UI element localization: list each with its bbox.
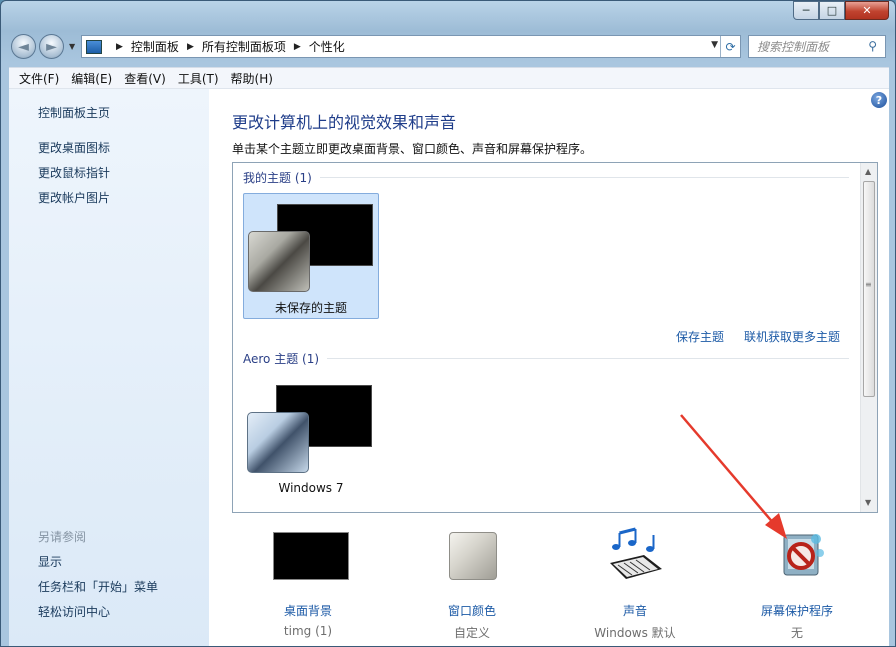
search-icon[interactable]: ⚲	[868, 39, 877, 53]
screensaver-link[interactable]: 屏幕保护程序	[722, 602, 872, 619]
search-input[interactable]	[757, 39, 857, 54]
group-title: Aero 主题 (1)	[243, 352, 320, 366]
address-dropdown-icon[interactable]: ▼	[711, 40, 718, 50]
theme-tile-windows7[interactable]: Windows 7	[243, 375, 379, 501]
menu-bar: 文件(F) 编辑(E) 查看(V) 工具(T) 帮助(H)	[9, 67, 889, 89]
chevron-right-icon[interactable]: ▶	[294, 42, 301, 52]
wallpaper-icon	[273, 532, 349, 580]
music-notes-icon	[610, 527, 662, 579]
sidebar-item-mouse-pointers[interactable]: 更改鼠标指针	[38, 164, 110, 181]
theme-list: 我的主题 (1) 未保存的主题 保存主题 联机获取更多主题 Aero 主题 (1…	[232, 162, 878, 513]
caption-buttons: ─ □ ✕	[793, 1, 889, 20]
breadcrumb-control-panel[interactable]: 控制面板	[131, 38, 179, 55]
desktop-background-value: timg (1)	[283, 624, 333, 638]
theme-label: 未保存的主题	[274, 301, 347, 315]
menu-view[interactable]: 查看(V)	[118, 70, 172, 87]
sound-item[interactable]: 声音 Windows 默认	[560, 517, 710, 646]
chevron-right-icon[interactable]: ▶	[116, 42, 123, 52]
theme-window-preview	[247, 412, 309, 473]
screensaver-value: 无	[790, 626, 803, 640]
window-color-value: 自定义	[453, 626, 490, 640]
page-description: 单击某个主题立即更改桌面背景、窗口颜色、声音和屏幕保护程序。	[232, 142, 593, 156]
group-header-my-themes: 我的主题 (1)	[243, 169, 849, 186]
sidebar-item-account-picture[interactable]: 更改帐户图片	[38, 189, 110, 206]
recent-pages-dropdown-icon[interactable]: ▼	[69, 42, 75, 51]
theme-label: Windows 7	[278, 481, 344, 495]
get-more-themes-link[interactable]: 联机获取更多主题	[744, 328, 840, 345]
search-box[interactable]: ⚲	[748, 35, 886, 58]
menu-help[interactable]: 帮助(H)	[225, 70, 279, 87]
group-header-aero-themes: Aero 主题 (1)	[243, 350, 849, 367]
breadcrumb-personalization[interactable]: 个性化	[309, 38, 345, 55]
desktop-background-item[interactable]: 桌面背景 timg (1)	[233, 517, 383, 646]
scroll-thumb[interactable]	[863, 181, 875, 397]
save-theme-link[interactable]: 保存主题	[676, 328, 724, 345]
forward-button[interactable]: ►	[39, 34, 64, 59]
sidebar-item-ease-of-access[interactable]: 轻松访问中心	[38, 603, 110, 620]
scroll-up-icon[interactable]: ▲	[865, 167, 871, 176]
sidebar-item-desktop-icons[interactable]: 更改桌面图标	[38, 139, 110, 156]
close-button[interactable]: ✕	[845, 1, 889, 20]
control-panel-window: ─ □ ✕ ◄ ► ▼ ▶ 控制面板 ▶ 所有控制面板项 ▶ 个性化 ▼ ⟳ ⚲…	[0, 0, 896, 647]
menu-tools[interactable]: 工具(T)	[172, 70, 225, 87]
screensaver-item[interactable]: 屏幕保护程序 无	[722, 517, 872, 646]
see-also-heading: 另请参阅	[38, 530, 87, 544]
maximize-button[interactable]: □	[819, 1, 845, 20]
page-title: 更改计算机上的视觉效果和声音	[232, 113, 457, 132]
breadcrumb-all-items[interactable]: 所有控制面板项	[202, 38, 286, 55]
scroll-down-icon[interactable]: ▼	[865, 498, 871, 507]
desktop-background-link[interactable]: 桌面背景	[233, 602, 383, 619]
control-panel-icon	[86, 39, 102, 54]
screensaver-icon	[783, 534, 824, 576]
main-content: ? 更改计算机上的视觉效果和声音 单击某个主题立即更改桌面背景、窗口颜色、声音和…	[209, 89, 889, 646]
address-bar[interactable]: ▶ 控制面板 ▶ 所有控制面板项 ▶ 个性化 ▼ ⟳	[81, 35, 741, 58]
window-color-icon	[449, 532, 497, 580]
back-button[interactable]: ◄	[11, 34, 36, 59]
sidebar-item-taskbar[interactable]: 任务栏和「开始」菜单	[38, 578, 158, 595]
menu-file[interactable]: 文件(F)	[13, 70, 65, 87]
sound-value: Windows 默认	[594, 626, 676, 640]
sidebar-item-display[interactable]: 显示	[38, 553, 62, 570]
theme-list-scrollbar[interactable]: ▲ ≡ ▼	[860, 163, 877, 512]
chevron-right-icon[interactable]: ▶	[187, 42, 194, 52]
group-title: 我的主题 (1)	[243, 171, 312, 185]
sound-link[interactable]: 声音	[560, 602, 710, 619]
navigation-bar: ◄ ► ▼ ▶ 控制面板 ▶ 所有控制面板项 ▶ 个性化 ▼ ⟳ ⚲	[1, 31, 895, 63]
minimize-button[interactable]: ─	[793, 1, 819, 20]
window-color-item[interactable]: 窗口颜色 自定义	[397, 517, 547, 646]
theme-tile-unsaved[interactable]: 未保存的主题	[243, 193, 379, 319]
menu-edit[interactable]: 编辑(E)	[65, 70, 118, 87]
window-color-link[interactable]: 窗口颜色	[397, 602, 547, 619]
back-arrow-icon: ◄	[18, 38, 29, 55]
sidebar: 控制面板主页 更改桌面图标 更改鼠标指针 更改帐户图片 另请参阅 显示 任务栏和…	[9, 89, 209, 646]
theme-window-preview	[248, 231, 310, 292]
scroll-grip-icon: ≡	[865, 280, 872, 289]
forward-arrow-icon: ►	[46, 38, 57, 55]
sidebar-item-home[interactable]: 控制面板主页	[38, 104, 110, 121]
help-icon[interactable]: ?	[871, 92, 887, 108]
refresh-button[interactable]: ⟳	[720, 36, 740, 57]
